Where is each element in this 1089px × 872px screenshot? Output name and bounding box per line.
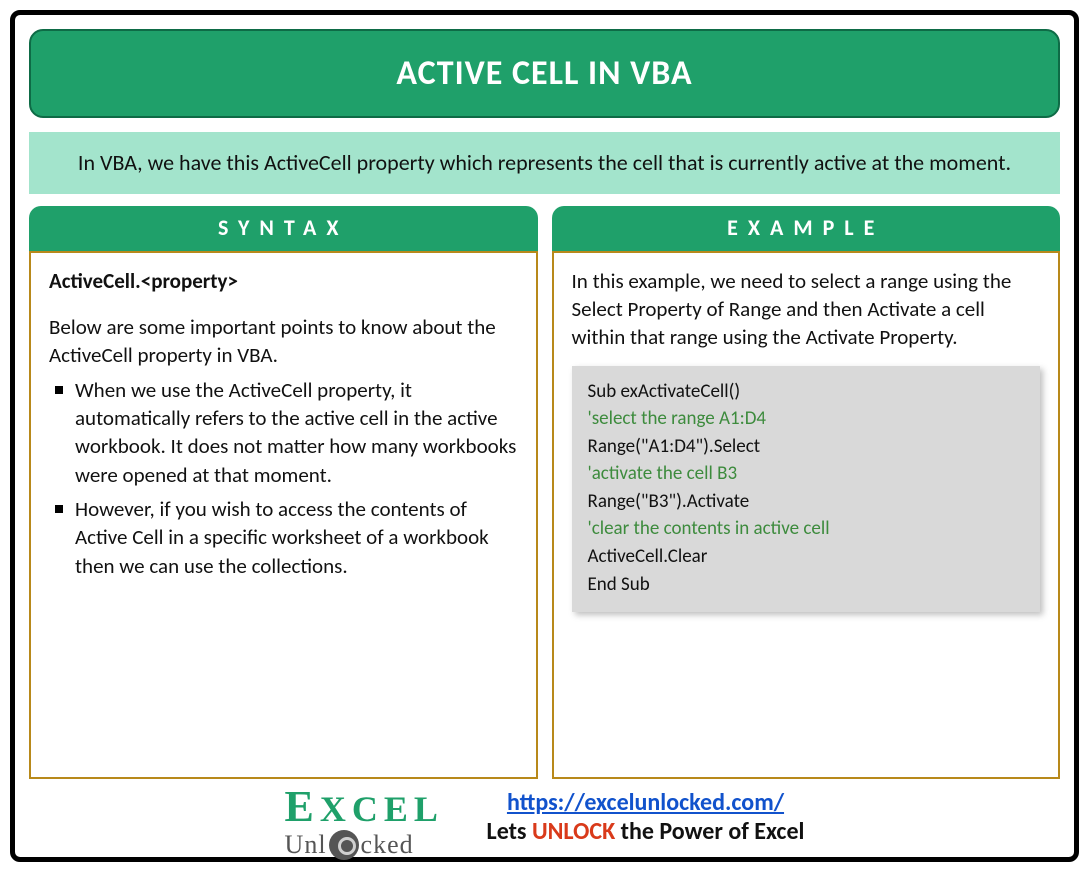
syntax-column: SYNTAX ActiveCell.<property> Below are s… — [29, 206, 538, 779]
infographic-frame: ACTIVE CELL IN VBA In VBA, we have this … — [10, 10, 1079, 862]
two-column-layout: SYNTAX ActiveCell.<property> Below are s… — [29, 206, 1060, 779]
code-line: Range("B3").Activate — [588, 488, 1025, 516]
code-line: Sub exActivateCell() — [588, 378, 1025, 406]
syntax-header: SYNTAX — [29, 206, 538, 251]
site-link[interactable]: https://excelunlocked.com/ — [507, 788, 784, 817]
footer-text: https://excelunlocked.com/ Lets UNLOCK t… — [487, 788, 805, 846]
logo-bottom-word: Unlcked — [285, 823, 465, 860]
syntax-body: ActiveCell.<property> Below are some imp… — [29, 251, 538, 779]
footer: EXCEL Unlcked https://excelunlocked.com/… — [29, 779, 1060, 849]
example-header: EXAMPLE — [552, 206, 1061, 251]
list-item: However, if you wish to access the conte… — [49, 495, 518, 580]
example-column: EXAMPLE In this example, we need to sele… — [552, 206, 1061, 779]
page-title: ACTIVE CELL IN VBA — [29, 29, 1060, 118]
syntax-signature: ActiveCell.<property> — [49, 268, 238, 294]
code-line: Range("A1:D4").Select — [588, 433, 1025, 461]
list-item: When we use the ActiveCell property, it … — [49, 376, 518, 489]
syntax-bullets: When we use the ActiveCell property, it … — [49, 376, 518, 580]
brand-logo: EXCEL Unlcked — [285, 785, 465, 849]
example-body: In this example, we need to select a ran… — [552, 251, 1061, 779]
keyhole-icon — [329, 830, 359, 860]
intro-text: In VBA, we have this ActiveCell property… — [29, 132, 1060, 194]
code-line: ActiveCell.Clear — [588, 543, 1025, 571]
code-line: 'select the range A1:D4 — [588, 405, 1025, 433]
code-line: End Sub — [588, 571, 1025, 599]
syntax-lead: Below are some important points to know … — [49, 313, 518, 370]
code-block: Sub exActivateCell()'select the range A1… — [572, 366, 1041, 612]
code-line: 'clear the contents in active cell — [588, 515, 1025, 543]
code-line: 'activate the cell B3 — [588, 460, 1025, 488]
example-lead: In this example, we need to select a ran… — [572, 267, 1041, 352]
tagline: Lets UNLOCK the Power of Excel — [487, 817, 805, 846]
